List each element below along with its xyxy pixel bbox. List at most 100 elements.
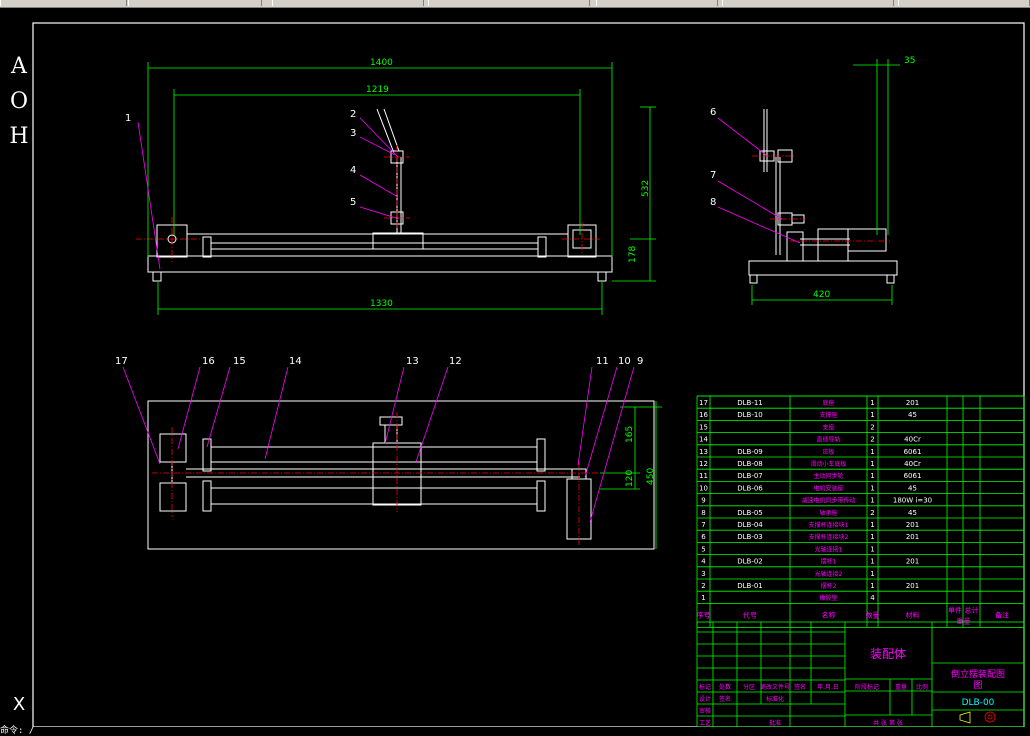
bom-cell-code: DLB-03 [737,533,763,541]
top-rail-end [202,480,212,512]
balloon-13: 13 [406,356,419,367]
drawing-name-line2: 图 [973,680,982,691]
bom-cell-code: DLB-05 [737,509,763,517]
title-label-stage: 阶段标记 [855,683,879,691]
balloon-15: 15 [233,356,246,367]
balloon-16: 16 [202,356,215,367]
bom-cell-qty: 1 [870,460,874,468]
bom-cell-material: 201 [906,533,919,541]
balloon-17: 17 [115,356,128,367]
top-support-block [159,482,187,512]
toolbar-segment[interactable] [898,0,1030,6]
projection-symbol [959,711,996,724]
bom-cell-name: 橡胶垫 [819,594,837,602]
bom-cell-name: 摆杆1 [821,558,837,566]
bom-cell-name: 主动同步轮 [813,472,843,480]
bom-header-name: 名称 [822,610,836,619]
side-base-plate [748,260,898,276]
dim-532: 532 [641,180,651,197]
bom-cell-material: 45 [908,509,917,517]
top-rail-end [536,480,546,512]
dim-450: 450 [646,468,656,485]
bom-cell-qty: 1 [870,411,874,419]
title-label-row2: 标准化 [766,695,784,703]
toolbar-segment[interactable] [128,0,262,6]
title-label-row1: 更改文件号 [760,683,790,691]
bom-cell-no: 11 [699,472,708,480]
toolbar-segment[interactable] [596,0,718,6]
bom-cell-material: 6061 [904,472,922,480]
bom-cell-no: 6 [701,533,706,541]
title-label-stage: 比例 [916,683,928,691]
balloon-8: 8 [710,197,716,208]
bom-cell-material: 45 [908,411,917,419]
title-label-stage: 重量 [895,683,907,691]
bom-cell-name: 支座 [822,423,834,431]
dim-120: 120 [625,470,635,487]
front-rail-end [202,236,212,258]
projection-circle-icon [984,711,996,723]
top-carriage [372,442,422,506]
dim-420: 420 [813,290,830,300]
side-motor [847,228,887,252]
projection-cone-icon [959,711,971,724]
bom-cell-qty: 1 [870,558,874,566]
bom-cell-qty: 1 [870,570,874,578]
title-label-row1: 标记 [699,683,711,691]
dim-1330: 1330 [370,299,393,309]
bom-cell-name: 减速电机同步带传动 [801,497,855,505]
bom-cell-name: 电机安装座 [813,484,843,492]
bom-cell-no: 1 [701,594,705,602]
toolbar-segment[interactable] [722,0,894,6]
bom-header-total-weight: 总计 [965,605,979,614]
front-leaders [137,117,399,270]
front-carriage [372,232,424,250]
bom-cell-name: 支撑杆连接块1 [809,521,849,529]
top-pendulum-mount [384,424,398,444]
top-leaders [122,366,635,523]
bom-cell-material: 40Cr [904,436,921,444]
bom-cell-no: 16 [699,411,708,419]
front-centerlines [136,145,600,262]
bom-cell-code: DLB-07 [737,472,763,480]
dim-1400: 1400 [370,58,393,68]
dim-165: 165 [625,426,635,443]
balloon-12: 12 [449,356,462,367]
side-dimensions [751,59,900,305]
command-line[interactable]: 命令: / [0,727,1030,736]
balloon-14: 14 [289,356,302,367]
bom-cell-name: 滑动小车底板 [810,460,846,468]
top-base-plate [147,400,655,550]
front-dimensions [147,62,656,315]
side-foot [886,274,895,284]
bom-cell-no: 4 [701,558,706,566]
top-rail-end [536,438,546,472]
bom-cell-no: 12 [699,460,708,468]
balloon-9: 9 [637,356,643,367]
balloon-2: 2 [350,109,356,120]
bom-cell-no: 13 [699,448,708,456]
toolbar-segment[interactable] [272,0,424,6]
toolbar-segment[interactable] [0,0,127,6]
title-label-row2: 签名 [719,695,731,703]
bom-cell-no: 14 [699,436,708,444]
front-base-plate [147,255,613,273]
top-support-block [159,433,187,463]
bom-cell-name: 光轴连接2 [815,570,843,578]
bom-cell-no: 7 [701,521,705,529]
side-leaders [717,117,801,244]
projection-inner-icon [987,714,993,720]
bom-cell-qty: 1 [870,399,874,407]
title-label-approve: 批准 [769,719,781,727]
bom-cell-name: 压板 [822,448,834,456]
bom-cell-code: DLB-04 [737,521,763,529]
top-view [147,400,655,550]
balloon-11: 11 [596,356,609,367]
toolbar-segment[interactable] [428,0,590,6]
bom-cell-qty: 1 [870,472,874,480]
bom-cell-qty: 1 [870,582,874,590]
bom-cell-material: 180W i=30 [893,497,932,505]
drawing-canvas[interactable]: 1400 1219 1330 532 178 1 2 3 4 5 35 420 … [0,7,1030,727]
front-view [147,108,613,282]
side-centerlines [752,155,890,242]
